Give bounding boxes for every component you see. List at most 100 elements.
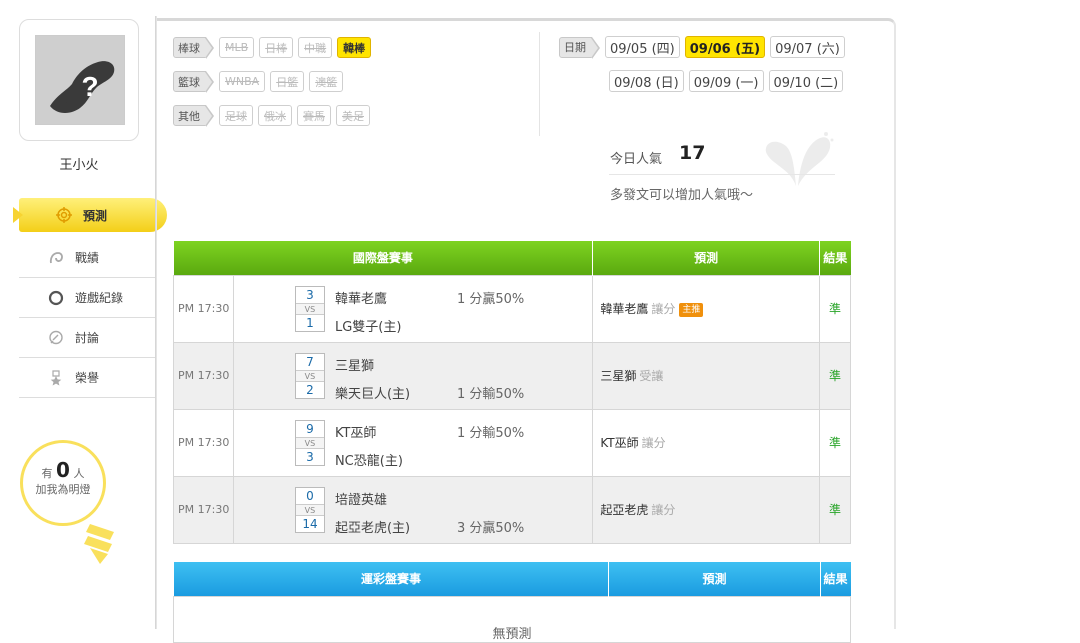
score-top: 0 <box>306 488 314 503</box>
col-header-lottery-result: 結果 <box>819 562 851 596</box>
lottery-prediction-table: 運彩盤賽事 預測 結果 無預測 <box>173 562 851 643</box>
fans-text: 有 0 人 加我為明燈 <box>20 460 106 498</box>
nav-item-game-history[interactable]: 遊戲紀錄 <box>19 278 155 318</box>
username: 王小火 <box>59 158 99 173</box>
sidebar-nav: 預測 戰績 遊戲紀錄 討論 榮譽 <box>13 198 167 398</box>
date-chip-0910[interactable]: 09/10 (二) <box>768 70 844 92</box>
table-header-row: 運彩盤賽事 預測 結果 <box>173 562 851 596</box>
table-row: PM 17:30 0 VS 14 培證英雄 起亞老虎(主) 3 分贏50% 起亞老虎 讓分準 <box>173 475 851 544</box>
nav-label: 遊戲紀錄 <box>75 291 124 305</box>
col-header-lottery-prediction: 預測 <box>608 562 821 596</box>
team-top: 韓華老鷹 <box>334 291 387 307</box>
fans-line2: 加我為明燈 <box>35 483 91 496</box>
team-top: 培證英雄 <box>334 492 387 508</box>
bulb-base-icon <box>84 524 114 564</box>
svg-text:?: ? <box>81 71 98 102</box>
date-chip-0909[interactable]: 09/09 (一) <box>688 70 764 92</box>
table-header-row: 國際盤賽事 預測 結果 <box>173 241 851 275</box>
chip-horse-racing[interactable]: 賽馬 <box>297 105 331 126</box>
date-chip-0906[interactable]: 09/06 (五) <box>684 36 766 58</box>
game-cell[interactable]: 7 VS 2 三星獅 樂天巨人(主) 1 分輸50% <box>232 341 594 410</box>
table-row: PM 17:30 9 VS 3 KT巫師 NC恐龍(主) 1 分輸50% KT巫師 讓分準 <box>173 408 851 477</box>
chip-cpbl[interactable]: 中職 <box>298 37 333 58</box>
vs-label: VS <box>295 369 324 382</box>
chip-russian-hockey[interactable]: 俄冰 <box>258 105 292 126</box>
col-header-result: 結果 <box>819 241 851 275</box>
chip-kbo[interactable]: 韓棒 <box>337 37 372 58</box>
filter-tag-other: 其他 <box>173 105 214 127</box>
nav-label: 預測 <box>83 208 108 223</box>
score-bottom: 1 <box>306 315 314 330</box>
game-time: PM 17:30 <box>173 274 234 343</box>
game-cell[interactable]: 9 VS 3 KT巫師 NC恐龍(主) 1 分輸50% <box>232 408 594 477</box>
prediction-type: 讓分 <box>651 302 676 316</box>
result-cell: 準 <box>819 274 851 343</box>
popularity-value: 17 <box>679 142 706 164</box>
chip-soccer[interactable]: 足球 <box>219 105 253 126</box>
nav-item-discussion[interactable]: 討論 <box>19 318 155 358</box>
score-top: 7 <box>306 354 314 369</box>
active-arrow <box>13 207 23 223</box>
fans-suffix: 人 <box>73 467 85 480</box>
fans-count: 0 <box>56 458 70 482</box>
fans-prefix: 有 <box>41 467 53 480</box>
avatar-card: ? <box>19 19 139 141</box>
predicted-team: 韓華老鷹 <box>600 302 649 316</box>
handicap: 1 分贏50% <box>456 291 525 307</box>
scorebox: 3 VS 1 <box>294 285 325 332</box>
prediction-cell: 三星獅 受讓 <box>592 341 820 410</box>
handicap: 1 分輸50% <box>456 425 525 441</box>
vs-label: VS <box>295 503 324 516</box>
filter-divider <box>539 32 540 136</box>
table-row: PM 17:30 3 VS 1 韓華老鷹 LG雙子(主) 1 分贏50% 韓華老鷹 讓分 主推準 <box>173 274 851 343</box>
fans-widget[interactable]: 有 0 人 加我為明燈 <box>20 440 140 570</box>
chip-american-football[interactable]: 美足 <box>336 105 370 126</box>
prediction-cell: 韓華老鷹 讓分 主推 <box>592 274 820 343</box>
date-chip-0908[interactable]: 09/08 (日) <box>609 70 684 92</box>
target-icon <box>55 206 73 224</box>
prediction-type: 讓分 <box>641 436 666 450</box>
col-header-event: 國際盤賽事 <box>173 241 593 275</box>
game-cell[interactable]: 3 VS 1 韓華老鷹 LG雙子(主) 1 分贏50% <box>232 274 594 343</box>
avatar[interactable]: ? <box>35 35 125 125</box>
scorebox: 7 VS 2 <box>294 352 325 399</box>
chip-mlb[interactable]: MLB <box>219 37 255 58</box>
scorebox: 9 VS 3 <box>294 419 325 466</box>
discussion-icon <box>47 329 65 347</box>
game-cell[interactable]: 0 VS 14 培證英雄 起亞老虎(主) 3 分贏50% <box>232 475 594 544</box>
prediction-type: 受讓 <box>639 369 664 383</box>
prediction-cell: 起亞老虎 讓分 <box>592 475 820 544</box>
chip-japan-baseball[interactable]: 日棒 <box>259 37 294 58</box>
nav-item-record[interactable]: 戰績 <box>19 238 155 278</box>
nav-item-predict[interactable]: 預測 <box>13 198 167 232</box>
chip-japan-basketball[interactable]: 日籃 <box>270 71 305 92</box>
date-chip-0907[interactable]: 09/07 (六) <box>770 36 845 58</box>
prediction-type: 讓分 <box>651 503 676 517</box>
empty-row: 無預測 <box>173 595 851 643</box>
col-header-prediction: 預測 <box>592 241 820 275</box>
vs-label: VS <box>295 302 324 315</box>
nav-item-honor[interactable]: 榮譽 <box>19 358 155 398</box>
chip-wnba[interactable]: WNBA <box>219 71 266 92</box>
result-cell: 準 <box>819 475 851 544</box>
empty-text: 無預測 <box>173 595 851 643</box>
team-top: 三星獅 <box>334 358 374 374</box>
chip-aus-basketball[interactable]: 澳籃 <box>309 71 344 92</box>
team-bottom: NC恐龍(主) <box>334 453 403 469</box>
score-top: 3 <box>306 287 314 302</box>
vs-label: VS <box>295 436 324 449</box>
handicap: 3 分贏50% <box>456 520 525 536</box>
predicted-team: 起亞老虎 <box>600 503 649 517</box>
popularity-label: 今日人氣 <box>610 152 663 167</box>
team-top: KT巫師 <box>334 425 377 441</box>
butterfly-icon <box>765 132 834 186</box>
filter-tag-date: 日期 <box>559 36 600 59</box>
nav-label: 戰績 <box>75 251 100 265</box>
date-row-1: 日期 09/05 (四) 09/06 (五) 09/07 (六) <box>559 36 845 59</box>
result-cell: 準 <box>819 408 851 477</box>
nav-label: 討論 <box>75 331 100 345</box>
score-top: 9 <box>306 421 314 436</box>
record-icon <box>47 249 65 267</box>
team-bottom: 起亞老虎(主) <box>334 520 411 536</box>
date-chip-0905[interactable]: 09/05 (四) <box>605 36 680 58</box>
